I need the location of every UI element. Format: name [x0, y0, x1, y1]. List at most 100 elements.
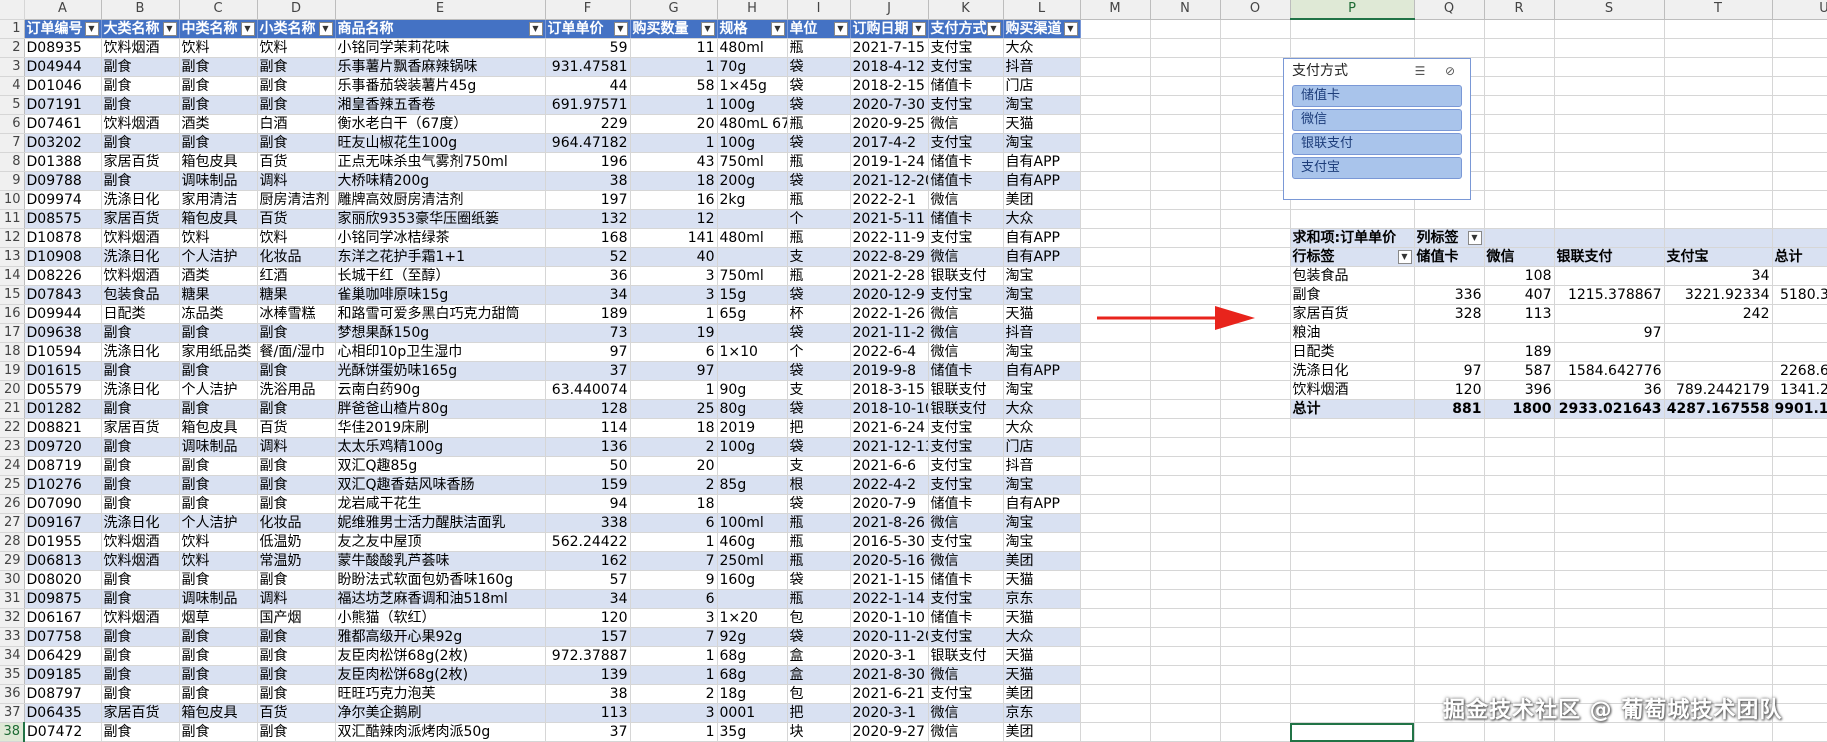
table-cell[interactable]: 微信	[928, 722, 1004, 742]
cell[interactable]	[1414, 209, 1485, 229]
cell[interactable]	[1150, 589, 1221, 609]
cell[interactable]	[1220, 703, 1291, 723]
cell[interactable]	[1080, 76, 1151, 96]
table-cell[interactable]: 双汇Q趣香菇风味香肠	[335, 475, 546, 495]
table-header-cell[interactable]: 商品名称 ▼	[335, 19, 546, 39]
table-cell[interactable]: 1×45g	[717, 76, 788, 96]
cell[interactable]	[1150, 133, 1221, 153]
table-header-cell[interactable]: 单位 ▼	[787, 19, 851, 39]
cell[interactable]	[1080, 190, 1151, 210]
table-cell[interactable]: 副食	[101, 361, 180, 381]
table-cell[interactable]: 瓶	[787, 152, 851, 172]
table-cell[interactable]: 烟草	[179, 608, 258, 628]
table-cell[interactable]: 副食	[101, 646, 180, 666]
pivot-cell[interactable]	[1664, 323, 1773, 343]
table-header-cell[interactable]: 中类名称 ▼	[179, 19, 258, 39]
cell[interactable]	[1290, 475, 1415, 495]
cell[interactable]	[1150, 551, 1221, 571]
table-cell[interactable]: 储值卡	[928, 76, 1004, 96]
table-cell[interactable]: 480ml	[717, 228, 788, 248]
table-cell[interactable]: 34	[545, 285, 631, 305]
table-cell[interactable]: 132	[545, 209, 631, 229]
row-header-33[interactable]: 33	[0, 627, 25, 647]
table-cell[interactable]: 38	[545, 684, 631, 704]
cell[interactable]	[1554, 722, 1665, 742]
table-cell[interactable]: D01046	[24, 76, 102, 96]
table-cell[interactable]: 餐/面/湿巾	[257, 342, 336, 362]
table-cell[interactable]: 6	[630, 342, 718, 362]
cell[interactable]	[1554, 456, 1665, 476]
pivot-value-label[interactable]: 求和项:订单单价	[1290, 228, 1415, 248]
table-cell[interactable]: 瓶	[787, 114, 851, 134]
cell[interactable]	[1772, 152, 1827, 172]
cell[interactable]	[1484, 589, 1555, 609]
cell[interactable]	[1290, 627, 1415, 647]
pivot-column-header[interactable]: 总计	[1772, 247, 1827, 267]
cell[interactable]	[1414, 418, 1485, 438]
cell[interactable]	[1220, 361, 1291, 381]
table-cell[interactable]: 湘皇香辣五香卷	[335, 95, 546, 115]
pivot-cell[interactable]	[1554, 266, 1665, 286]
pivot-total-cell[interactable]: 2933.021643	[1554, 399, 1665, 419]
table-cell[interactable]: 储值卡	[928, 152, 1004, 172]
table-cell[interactable]: 袋	[787, 437, 851, 457]
pivot-col-label-cell[interactable]: 列标签 ▼	[1414, 228, 1485, 248]
cell[interactable]	[1150, 171, 1221, 191]
cell[interactable]	[1554, 57, 1665, 77]
cell[interactable]	[1664, 114, 1773, 134]
filter-dropdown-icon[interactable]: ▼	[911, 21, 926, 36]
cell[interactable]	[1080, 437, 1151, 457]
table-cell[interactable]: 1	[630, 304, 718, 324]
table-cell[interactable]: 饮料烟酒	[101, 266, 180, 286]
table-cell[interactable]: 支付宝	[928, 57, 1004, 77]
table-cell[interactable]: 百货	[257, 418, 336, 438]
table-cell[interactable]: D06813	[24, 551, 102, 571]
cell[interactable]	[1290, 209, 1415, 229]
cell[interactable]	[1150, 190, 1221, 210]
table-cell[interactable]: 200g	[717, 171, 788, 191]
table-cell[interactable]: 9	[630, 570, 718, 590]
pivot-cell[interactable]	[1484, 323, 1555, 343]
table-cell[interactable]: 159	[545, 475, 631, 495]
cell[interactable]	[1664, 475, 1773, 495]
table-cell[interactable]: 2020-7-9	[850, 494, 929, 514]
cell[interactable]	[1220, 209, 1291, 229]
cell[interactable]	[1484, 19, 1555, 39]
table-cell[interactable]: 18g	[717, 684, 788, 704]
table-cell[interactable]: 0001	[717, 703, 788, 723]
cell[interactable]	[1220, 76, 1291, 96]
table-cell[interactable]: 97	[545, 342, 631, 362]
table-cell[interactable]: 支付宝	[928, 589, 1004, 609]
cell[interactable]	[1290, 532, 1415, 552]
cell[interactable]	[1772, 418, 1827, 438]
cell[interactable]	[1664, 190, 1773, 210]
cell[interactable]	[1554, 570, 1665, 590]
table-cell[interactable]: 饮料烟酒	[101, 114, 180, 134]
table-cell[interactable]: 饮料	[179, 38, 258, 58]
column-header-J[interactable]: J	[850, 0, 929, 20]
table-cell[interactable]: 家居百货	[101, 209, 180, 229]
table-cell[interactable]: 微信	[928, 323, 1004, 343]
cell[interactable]	[1220, 475, 1291, 495]
filter-dropdown-icon[interactable]: ▼	[240, 21, 255, 36]
slicer-item[interactable]: 储值卡	[1292, 85, 1462, 107]
cell[interactable]	[1414, 532, 1485, 552]
table-cell[interactable]: 副食	[257, 722, 336, 742]
table-cell[interactable]: 2021-11-2	[850, 323, 929, 343]
table-cell[interactable]: 副食	[179, 323, 258, 343]
table-cell[interactable]: 副食	[101, 437, 180, 457]
pivot-cell[interactable]: 120	[1414, 380, 1485, 400]
table-cell[interactable]: 白酒	[257, 114, 336, 134]
table-cell[interactable]: 瓶	[787, 532, 851, 552]
cell[interactable]	[1554, 589, 1665, 609]
table-cell[interactable]: 饮料	[179, 532, 258, 552]
table-cell[interactable]	[717, 456, 788, 476]
column-header-Q[interactable]: Q	[1414, 0, 1485, 20]
table-cell[interactable]: 饮料烟酒	[101, 551, 180, 571]
cell[interactable]	[1080, 399, 1151, 419]
table-cell[interactable]: 把	[787, 418, 851, 438]
cell[interactable]	[1290, 551, 1415, 571]
column-header-U[interactable]: U	[1772, 0, 1827, 20]
cell[interactable]	[1220, 399, 1291, 419]
cell[interactable]	[1484, 133, 1555, 153]
